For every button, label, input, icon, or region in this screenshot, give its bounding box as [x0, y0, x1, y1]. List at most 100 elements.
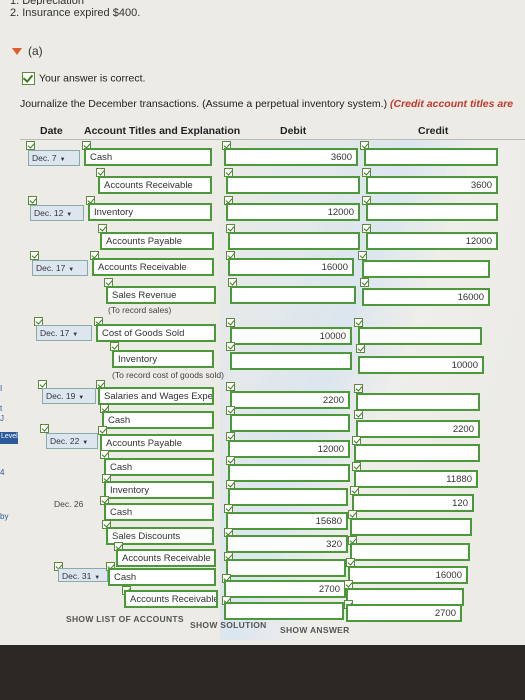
date-select-dec17[interactable]: Dec. 17 ▼	[36, 325, 92, 341]
debit-field[interactable]	[230, 352, 352, 370]
debit-field[interactable]: 3600	[224, 148, 358, 166]
account-field-accounts-receivable[interactable]: Accounts Receivable	[92, 258, 214, 276]
account-field-accounts-payable[interactable]: Accounts Payable	[100, 232, 214, 250]
credit-field[interactable]	[356, 393, 480, 411]
debit-field[interactable]: 320	[226, 535, 348, 553]
explanation-note: (To record sales)	[108, 305, 172, 315]
credit-field[interactable]: 2700	[346, 604, 462, 622]
account-field-accounts-receivable[interactable]: Accounts Receivable	[98, 176, 212, 194]
monitor-bezel	[0, 645, 525, 700]
debit-field[interactable]: 12000	[226, 203, 360, 221]
account-field-cash[interactable]: Cash	[84, 148, 212, 166]
row-check-icon	[226, 318, 235, 327]
sidebar-fragment: J	[0, 414, 4, 423]
show-solution-button[interactable]: SHOW SOLUTION	[190, 620, 267, 630]
sidebar-fragment: I	[0, 384, 3, 393]
debit-field[interactable]	[226, 176, 360, 194]
col-header-date: Date	[40, 125, 63, 137]
credit-field[interactable]	[358, 327, 482, 345]
row-check-icon	[30, 251, 39, 260]
col-header-account: Account Titles and Explanation	[84, 125, 241, 137]
credit-field[interactable]	[362, 260, 490, 278]
question-item-2: 2. Insurance expired $400.	[10, 7, 141, 19]
debit-field[interactable]	[224, 602, 344, 620]
debit-field[interactable]: 2700	[224, 580, 346, 598]
debit-field[interactable]: 16000	[228, 258, 354, 276]
previous-question-items: 1. Depreciation 2. Insurance expired $40…	[10, 0, 140, 19]
account-field-accounts-receivable[interactable]: Accounts Receivable	[116, 549, 216, 567]
debit-field[interactable]: 15680	[226, 512, 348, 530]
debit-field[interactable]	[228, 488, 348, 506]
account-field-cash[interactable]: Cash	[104, 503, 214, 521]
account-field-inventory[interactable]: Inventory	[112, 350, 214, 368]
credit-field[interactable]: 10000	[358, 356, 484, 374]
credit-note: (Credit account titles are	[390, 98, 514, 110]
row-check-icon	[226, 382, 235, 391]
col-header-credit: Credit	[418, 125, 449, 137]
check-icon	[22, 72, 35, 85]
row-check-icon	[356, 344, 365, 353]
date-select-dec31[interactable]: Dec. 31 ▼	[58, 568, 108, 582]
date-select-dec12[interactable]: Dec. 12 ▼	[30, 205, 84, 221]
row-check-icon	[40, 424, 49, 433]
credit-field[interactable]: 16000	[348, 566, 468, 584]
credit-field[interactable]: 3600	[366, 176, 498, 194]
row-check-icon	[358, 251, 367, 260]
account-field-sales-revenue[interactable]: Sales Revenue	[106, 286, 216, 304]
explanation-note: (To record cost of goods sold)	[112, 370, 224, 380]
debit-field[interactable]	[228, 464, 350, 482]
debit-field[interactable]	[230, 286, 356, 304]
row-check-icon	[360, 278, 369, 287]
date-label-dec26: Dec. 26	[54, 499, 84, 509]
credit-field[interactable]	[354, 444, 480, 462]
instructions: Journalize the December transactions. (A…	[20, 98, 513, 110]
sidebar-level-tab[interactable]: Level	[0, 432, 18, 444]
account-field-cash[interactable]: Cash	[108, 568, 216, 586]
part-a-label: (a)	[28, 44, 43, 58]
credit-field[interactable]	[350, 518, 472, 536]
account-field-accounts-payable[interactable]: Accounts Payable	[100, 434, 214, 452]
account-field-inventory[interactable]: Inventory	[88, 203, 212, 221]
account-field-salaries-wages[interactable]: Salaries and Wages Expen	[98, 387, 214, 405]
show-answer-button[interactable]: SHOW ANSWER	[280, 625, 350, 635]
account-field-cost-of-goods-sold[interactable]: Cost of Goods Sold	[96, 324, 216, 342]
sidebar-fragment: 4	[0, 468, 5, 477]
show-list-of-accounts-button[interactable]: SHOW LIST OF ACCOUNTS	[66, 614, 184, 624]
credit-field[interactable]: 12000	[366, 232, 498, 250]
collapse-triangle-icon	[12, 48, 22, 56]
account-field-accounts-receivable[interactable]: Accounts Receivable	[124, 590, 218, 608]
sidebar-fragment: by	[0, 512, 9, 521]
col-header-debit: Debit	[280, 125, 307, 137]
credit-field[interactable]	[366, 203, 498, 221]
debit-field[interactable]	[226, 559, 346, 577]
credit-field[interactable]	[350, 543, 470, 561]
question-item-1: 1. Depreciation	[10, 0, 140, 5]
debit-field[interactable]	[230, 414, 350, 432]
correct-text: Your answer is correct.	[39, 72, 146, 85]
date-select-dec17[interactable]: Dec. 17 ▼	[32, 260, 88, 276]
debit-field[interactable]: 12000	[228, 440, 350, 458]
credit-field[interactable]: 16000	[362, 288, 490, 306]
date-select-dec22[interactable]: Dec. 22 ▼	[46, 433, 98, 449]
date-select-dec7[interactable]: Dec. 7 ▼	[28, 150, 80, 166]
debit-field[interactable]: 2200	[230, 391, 350, 409]
header-divider	[20, 139, 525, 140]
credit-field[interactable]	[364, 148, 498, 166]
credit-field[interactable]: 2200	[356, 420, 480, 438]
date-select-dec19[interactable]: Dec. 19 ▼	[42, 388, 96, 404]
row-check-icon	[354, 384, 363, 393]
debit-field[interactable]: 10000	[230, 327, 352, 345]
account-field-inventory[interactable]: Inventory	[104, 481, 214, 499]
credit-field[interactable]: 11880	[354, 470, 478, 488]
credit-field[interactable]: 120	[352, 494, 474, 512]
part-a-toggle[interactable]: (a)	[12, 44, 43, 58]
row-check-icon	[354, 318, 363, 327]
account-field-cash[interactable]: Cash	[102, 411, 214, 429]
debit-field[interactable]	[228, 232, 360, 250]
sidebar-fragment: t	[0, 404, 3, 413]
account-field-cash[interactable]: Cash	[104, 458, 214, 476]
row-check-icon	[354, 410, 363, 419]
instructions-text: Journalize the December transactions. (A…	[20, 98, 388, 110]
row-check-icon	[26, 141, 35, 150]
row-check-icon	[226, 342, 235, 351]
